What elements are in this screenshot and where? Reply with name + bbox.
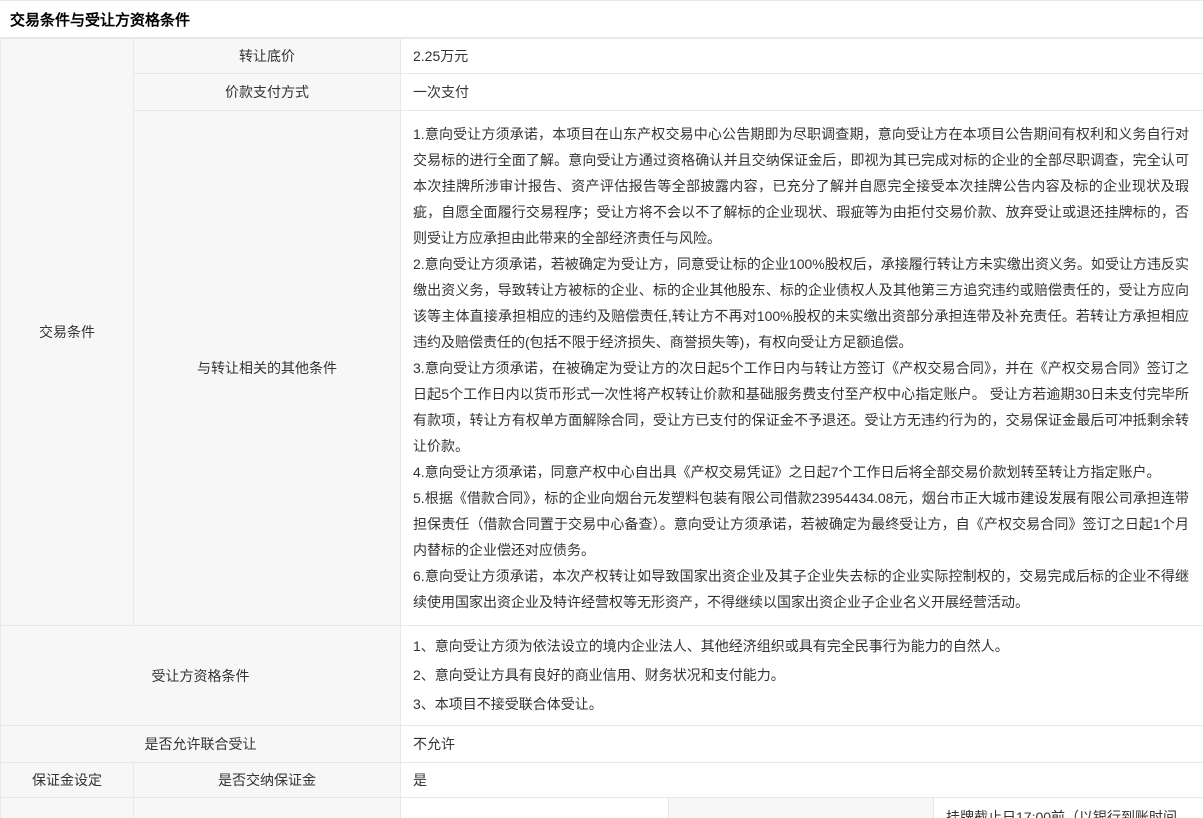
conditions-table: 交易条件 转让底价 2.25万元 价款支付方式 一次支付 与转让相关的其他条件 … bbox=[0, 38, 1203, 818]
qualification-item-3: 3、本项目不接受联合体受让。 bbox=[413, 690, 1191, 719]
table-row-floor-price: 交易条件 转让底价 2.25万元 bbox=[1, 39, 1203, 74]
qualification-item-1: 1、意向受让方须为依法设立的境内企业法人、其他经济组织或具有完全民事行为能力的自… bbox=[413, 632, 1191, 661]
other-conditions-paragraph-5: 5.根据《借款合同》，标的企业向烟台元发塑料包装有限公司借款23954434.0… bbox=[413, 485, 1189, 563]
table-row-other-conditions: 与转让相关的其他条件 1.意向受让方须承诺，本项目在山东产权交易中心公告期即为尽… bbox=[1, 111, 1203, 626]
other-conditions-value: 1.意向受让方须承诺，本项目在山东产权交易中心公告期即为尽职调查期，意向受让方在… bbox=[401, 111, 1203, 626]
section-title: 交易条件与受让方资格条件 bbox=[10, 9, 190, 30]
other-conditions-paragraph-4: 4.意向受让方须承诺，同意产权中心自出具《产权交易凭证》之日起7个工作日后将全部… bbox=[413, 459, 1189, 485]
deposit-required-label: 是否交纳保证金 bbox=[134, 763, 401, 798]
deposit-required-value: 是 bbox=[401, 763, 1203, 798]
joint-transfer-label: 是否允许联合受让 bbox=[1, 726, 401, 763]
deposit-amount-value: 0.6 bbox=[401, 798, 669, 818]
other-conditions-paragraph-6: 6.意向受让方须承诺，本次产权转让如导致国家出资企业及其子企业失去标的企业实际控… bbox=[413, 563, 1189, 615]
floor-price-label: 转让底价 bbox=[134, 39, 401, 74]
trade-conditions-group-label: 交易条件 bbox=[1, 39, 134, 626]
qualification-label: 受让方资格条件 bbox=[1, 626, 401, 726]
deposit-detail-group-label: 保证金详情 bbox=[1, 798, 134, 818]
other-conditions-label: 与转让相关的其他条件 bbox=[134, 111, 401, 626]
table-row-payment-method: 价款支付方式 一次支付 bbox=[1, 74, 1203, 111]
table-row-deposit-setting: 保证金设定 是否交纳保证金 是 bbox=[1, 763, 1203, 798]
deposit-deadline-label: 保证金交纳截止时间要求 bbox=[669, 798, 934, 818]
other-conditions-paragraph-3: 3.意向受让方须承诺，在被确定为受让方的次日起5个工作日内与转让方签订《产权交易… bbox=[413, 355, 1189, 459]
payment-method-label: 价款支付方式 bbox=[134, 74, 401, 111]
deposit-setting-group-label: 保证金设定 bbox=[1, 763, 134, 798]
floor-price-value: 2.25万元 bbox=[401, 39, 1203, 74]
payment-method-value: 一次支付 bbox=[401, 74, 1203, 111]
qualification-value: 1、意向受让方须为依法设立的境内企业法人、其他经济组织或具有完全民事行为能力的自… bbox=[401, 626, 1203, 726]
table-row-deposit-detail: 保证金详情 交纳金额（万元） 0.6 保证金交纳截止时间要求 挂牌截止日17:0… bbox=[1, 798, 1203, 818]
qualification-item-2: 2、意向受让方具有良好的商业信用、财务状况和支付能力。 bbox=[413, 661, 1191, 690]
table-row-qualification: 受让方资格条件 1、意向受让方须为依法设立的境内企业法人、其他经济组织或具有完全… bbox=[1, 626, 1203, 726]
joint-transfer-value: 不允许 bbox=[401, 726, 1203, 763]
other-conditions-paragraph-2: 2.意向受让方须承诺，若被确定为受让方，同意受让标的企业100%股权后，承接履行… bbox=[413, 251, 1189, 355]
deposit-amount-label: 交纳金额（万元） bbox=[134, 798, 401, 818]
section-header: 交易条件与受让方资格条件 bbox=[0, 1, 1203, 38]
transaction-conditions-section: 交易条件与受让方资格条件 交易条件 转让底价 2.25万元 价款支付方式 一次支… bbox=[0, 0, 1203, 818]
other-conditions-paragraph-1: 1.意向受让方须承诺，本项目在山东产权交易中心公告期即为尽职调查期，意向受让方在… bbox=[413, 121, 1189, 251]
deposit-deadline-value: 挂牌截止日17:00前（以银行到账时间为准） bbox=[934, 798, 1203, 818]
table-row-joint-transfer: 是否允许联合受让 不允许 bbox=[1, 726, 1203, 763]
